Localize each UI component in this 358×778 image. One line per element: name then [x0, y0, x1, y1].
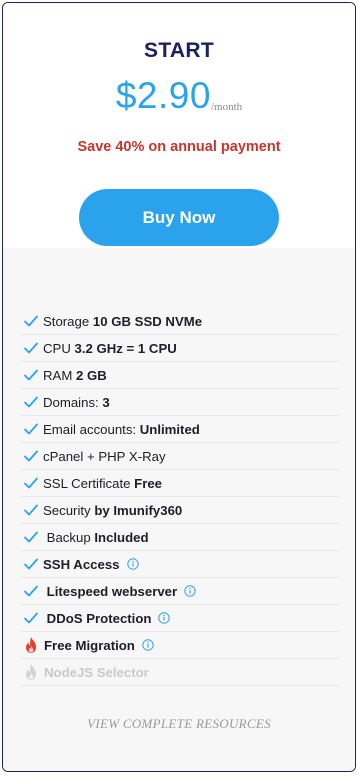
- feature-list: Storage 10 GB SSD NVMe CPU 3.2 GHz = 1 C…: [3, 248, 355, 771]
- info-icon[interactable]: [184, 585, 196, 597]
- feature-backup: Backup Included: [21, 524, 339, 551]
- flame-icon: [26, 637, 36, 653]
- pricing-card: START $2.90/month Save 40% on annual pay…: [2, 2, 356, 772]
- feature-ssh-access: SSH Access: [21, 551, 339, 578]
- feature-value: Included: [94, 529, 149, 545]
- feature-value: 3: [102, 394, 110, 410]
- check-icon: [24, 369, 38, 381]
- feature-ram: RAM 2 GB: [21, 362, 339, 389]
- price-period: /month: [210, 101, 243, 113]
- feature-label: Litespeed webserver: [46, 583, 178, 599]
- plan-name: START: [144, 39, 214, 62]
- feature-value: 10 GB SSD NVMe: [92, 313, 203, 329]
- feature-storage: Storage 10 GB SSD NVMe: [21, 308, 339, 335]
- check-icon: [24, 450, 38, 462]
- info-icon[interactable]: [126, 558, 139, 570]
- feature-security: Security by Imunify360: [21, 497, 339, 524]
- feature-litespeed: Litespeed webserver: [21, 578, 339, 605]
- feature-label: NodeJS Selector: [44, 664, 149, 680]
- feature-label: CPU: [43, 340, 71, 356]
- check-icon: [24, 531, 38, 543]
- feature-value: 3.2 GHz = 1 CPU: [74, 340, 177, 356]
- feature-label: cPanel + PHP X-Ray: [43, 448, 166, 464]
- feature-nodejs-selector: NodeJS Selector: [21, 659, 339, 686]
- feature-label: Backup: [46, 529, 91, 545]
- feature-ssl: SSL Certificate Free: [21, 470, 339, 497]
- check-icon: [24, 477, 38, 489]
- feature-label: Domains:: [43, 394, 99, 410]
- buy-now-button[interactable]: Buy Now: [79, 189, 279, 246]
- feature-cpanel: cPanel + PHP X-Ray: [21, 443, 339, 470]
- plan-price: $2.90: [115, 75, 211, 116]
- feature-label: Security: [43, 502, 91, 518]
- check-icon: [24, 342, 38, 354]
- feature-email-accounts: Email accounts: Unlimited: [21, 416, 339, 443]
- feature-value: 2 GB: [75, 367, 107, 383]
- feature-label: SSH Access: [43, 556, 120, 572]
- feature-free-migration: Free Migration: [21, 632, 339, 659]
- feature-value: Unlimited: [139, 421, 200, 437]
- price-row: $2.90/month: [3, 75, 355, 117]
- feature-label: SSL Certificate: [43, 475, 131, 491]
- info-icon[interactable]: [142, 639, 154, 651]
- feature-label: Free Migration: [44, 637, 135, 653]
- feature-label: RAM: [43, 367, 73, 383]
- feature-value: by Imunify360: [94, 502, 183, 518]
- check-icon: [24, 558, 38, 570]
- pricing-header: START $2.90/month Save 40% on annual pay…: [3, 3, 355, 248]
- annual-savings-note: Save 40% on annual payment: [77, 139, 281, 155]
- view-complete-resources-link[interactable]: VIEW COMPLETE RESOURCES: [3, 716, 355, 732]
- flame-icon: [26, 664, 36, 680]
- info-icon[interactable]: [158, 612, 171, 624]
- check-icon: [24, 612, 38, 624]
- check-icon: [24, 396, 38, 408]
- feature-label: Email accounts:: [43, 421, 137, 437]
- feature-label: Storage: [43, 313, 90, 329]
- feature-value: Free: [134, 475, 162, 491]
- check-icon: [24, 585, 38, 597]
- feature-domains: Domains: 3: [21, 389, 339, 416]
- feature-ddos-protection: DDoS Protection: [21, 605, 339, 632]
- check-icon: [24, 504, 38, 516]
- check-icon: [24, 315, 38, 327]
- feature-cpu: CPU 3.2 GHz = 1 CPU: [21, 335, 339, 362]
- check-icon: [24, 423, 38, 435]
- feature-label: DDoS Protection: [46, 610, 152, 626]
